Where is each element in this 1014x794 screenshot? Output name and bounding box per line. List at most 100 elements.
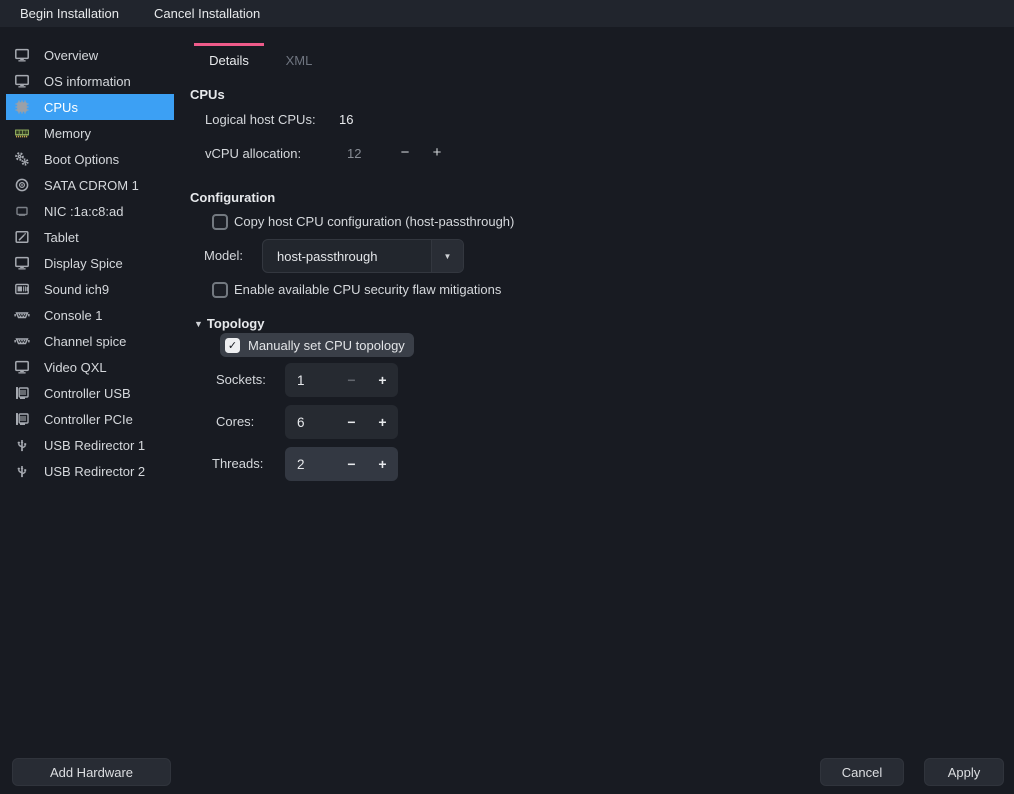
expander-arrow-icon: ▼: [194, 316, 203, 332]
cancel-button[interactable]: Cancel: [820, 758, 904, 786]
sidebar-item-display-spice[interactable]: Display Spice: [0, 250, 174, 276]
monitor-icon: [14, 359, 30, 375]
sidebar-item-label: NIC :1a:c8:ad: [44, 204, 124, 219]
tablet-icon: [14, 229, 30, 245]
monitor-icon: [14, 73, 30, 89]
threads-value[interactable]: 2: [285, 457, 336, 472]
sidebar-item-overview[interactable]: Overview: [0, 42, 174, 68]
sidebar-item-label: Channel spice: [44, 334, 126, 349]
detail-tabbar: Details XML: [194, 43, 334, 75]
sidebar-item-controller-usb[interactable]: Controller USB: [0, 380, 174, 406]
configuration-section-heading: Configuration: [190, 190, 275, 206]
threads-label: Threads:: [212, 456, 263, 472]
sidebar-item-label: Boot Options: [44, 152, 119, 167]
sidebar-item-cpus[interactable]: CPUs: [6, 94, 174, 120]
apply-button[interactable]: Apply: [924, 758, 1004, 786]
cancel-installation-button[interactable]: Cancel Installation: [154, 6, 260, 21]
logical-host-cpus-label: Logical host CPUs:: [205, 112, 316, 128]
sidebar-item-label: CPUs: [44, 100, 78, 115]
sidebar-item-label: Overview: [44, 48, 98, 63]
threads-spinner: 2 − +: [285, 447, 398, 481]
hardware-sidebar: Overview OS information CPUs Memory Boot…: [0, 42, 174, 484]
monitor-icon: [14, 255, 30, 271]
memory-icon: [14, 125, 30, 141]
sidebar-item-label: Video QXL: [44, 360, 107, 375]
controller-icon: [14, 411, 30, 427]
top-toolbar: Begin Installation Cancel Installation: [0, 0, 1014, 27]
sockets-label: Sockets:: [216, 372, 266, 388]
topology-expander[interactable]: ▼ Topology: [194, 316, 264, 332]
vcpu-allocation-value[interactable]: 12: [347, 146, 361, 162]
sidebar-item-memory[interactable]: Memory: [0, 120, 174, 146]
model-label: Model:: [204, 248, 243, 264]
sockets-minus-button[interactable]: −: [336, 372, 367, 388]
sidebar-item-label: Console 1: [44, 308, 103, 323]
gears-icon: [14, 151, 30, 167]
sidebar-item-label: Memory: [44, 126, 91, 141]
cores-value[interactable]: 6: [285, 415, 336, 430]
copy-host-cpu-checkbox-label[interactable]: Copy host CPU configuration (host-passth…: [234, 214, 514, 230]
cpu-model-dropdown-button[interactable]: ▼: [431, 240, 463, 272]
sockets-value[interactable]: 1: [285, 373, 336, 388]
nic-icon: [14, 203, 30, 219]
manual-topology-checkbox[interactable]: ✓: [225, 338, 240, 353]
serial-icon: [14, 307, 30, 323]
sidebar-item-usb-redirector-1[interactable]: USB Redirector 1: [0, 432, 174, 458]
checkmark-icon: ✓: [228, 339, 237, 352]
vcpu-minus-button[interactable]: −: [393, 145, 417, 161]
tab-details[interactable]: Details: [194, 43, 264, 75]
sidebar-item-nic-1a-c8-ad[interactable]: NIC :1a:c8:ad: [0, 198, 174, 224]
disc-icon: [14, 177, 30, 193]
topology-section-heading: Topology: [207, 316, 265, 332]
sidebar-item-label: SATA CDROM 1: [44, 178, 139, 193]
sidebar-item-usb-redirector-2[interactable]: USB Redirector 2: [0, 458, 174, 484]
sidebar-item-sata-cdrom-1[interactable]: SATA CDROM 1: [0, 172, 174, 198]
monitor-icon: [14, 47, 30, 63]
sidebar-item-label: Controller PCIe: [44, 412, 133, 427]
sidebar-item-label: OS information: [44, 74, 131, 89]
vcpu-plus-button[interactable]: +: [425, 145, 449, 161]
sidebar-item-sound-ich9[interactable]: Sound ich9: [0, 276, 174, 302]
sockets-spinner: 1 − +: [285, 363, 398, 397]
security-mitigations-checkbox[interactable]: [212, 282, 228, 298]
threads-plus-button[interactable]: +: [367, 456, 398, 472]
threads-minus-button[interactable]: −: [336, 456, 367, 472]
manual-topology-checkbox-label: Manually set CPU topology: [248, 338, 405, 353]
cpus-section-heading: CPUs: [190, 87, 225, 103]
cores-spinner: 6 − +: [285, 405, 398, 439]
cores-label: Cores:: [216, 414, 254, 430]
copy-host-cpu-checkbox[interactable]: [212, 214, 228, 230]
sockets-plus-button[interactable]: +: [367, 372, 398, 388]
cpu-icon: [14, 99, 30, 115]
sidebar-item-video-qxl[interactable]: Video QXL: [0, 354, 174, 380]
cores-minus-button[interactable]: −: [336, 414, 367, 430]
cores-plus-button[interactable]: +: [367, 414, 398, 430]
cpu-model-combobox: host-passthrough ▼: [262, 239, 464, 273]
virt-manager-window: Begin Installation Cancel Installation O…: [0, 0, 1014, 794]
controller-icon: [14, 385, 30, 401]
manual-topology-row[interactable]: ✓ Manually set CPU topology: [220, 333, 414, 357]
chevron-down-icon: ▼: [444, 252, 452, 261]
sound-icon: [14, 281, 30, 297]
usb-icon: [14, 463, 30, 479]
sidebar-item-label: USB Redirector 2: [44, 464, 145, 479]
usb-icon: [14, 437, 30, 453]
security-mitigations-checkbox-label[interactable]: Enable available CPU security flaw mitig…: [234, 282, 501, 298]
sidebar-item-console-1[interactable]: Console 1: [0, 302, 174, 328]
serial-icon: [14, 333, 30, 349]
sidebar-item-label: Tablet: [44, 230, 79, 245]
tab-xml[interactable]: XML: [264, 43, 334, 75]
begin-installation-button[interactable]: Begin Installation: [20, 6, 119, 21]
cpu-model-entry[interactable]: host-passthrough: [263, 240, 431, 272]
sidebar-item-label: Sound ich9: [44, 282, 109, 297]
sidebar-item-label: USB Redirector 1: [44, 438, 145, 453]
logical-host-cpus-value: 16: [339, 112, 353, 128]
sidebar-item-channel-spice[interactable]: Channel spice: [0, 328, 174, 354]
sidebar-item-label: Display Spice: [44, 256, 123, 271]
add-hardware-button[interactable]: Add Hardware: [12, 758, 171, 786]
sidebar-item-label: Controller USB: [44, 386, 131, 401]
sidebar-item-os-information[interactable]: OS information: [0, 68, 174, 94]
sidebar-item-boot-options[interactable]: Boot Options: [0, 146, 174, 172]
sidebar-item-controller-pcie[interactable]: Controller PCIe: [0, 406, 174, 432]
sidebar-item-tablet[interactable]: Tablet: [0, 224, 174, 250]
